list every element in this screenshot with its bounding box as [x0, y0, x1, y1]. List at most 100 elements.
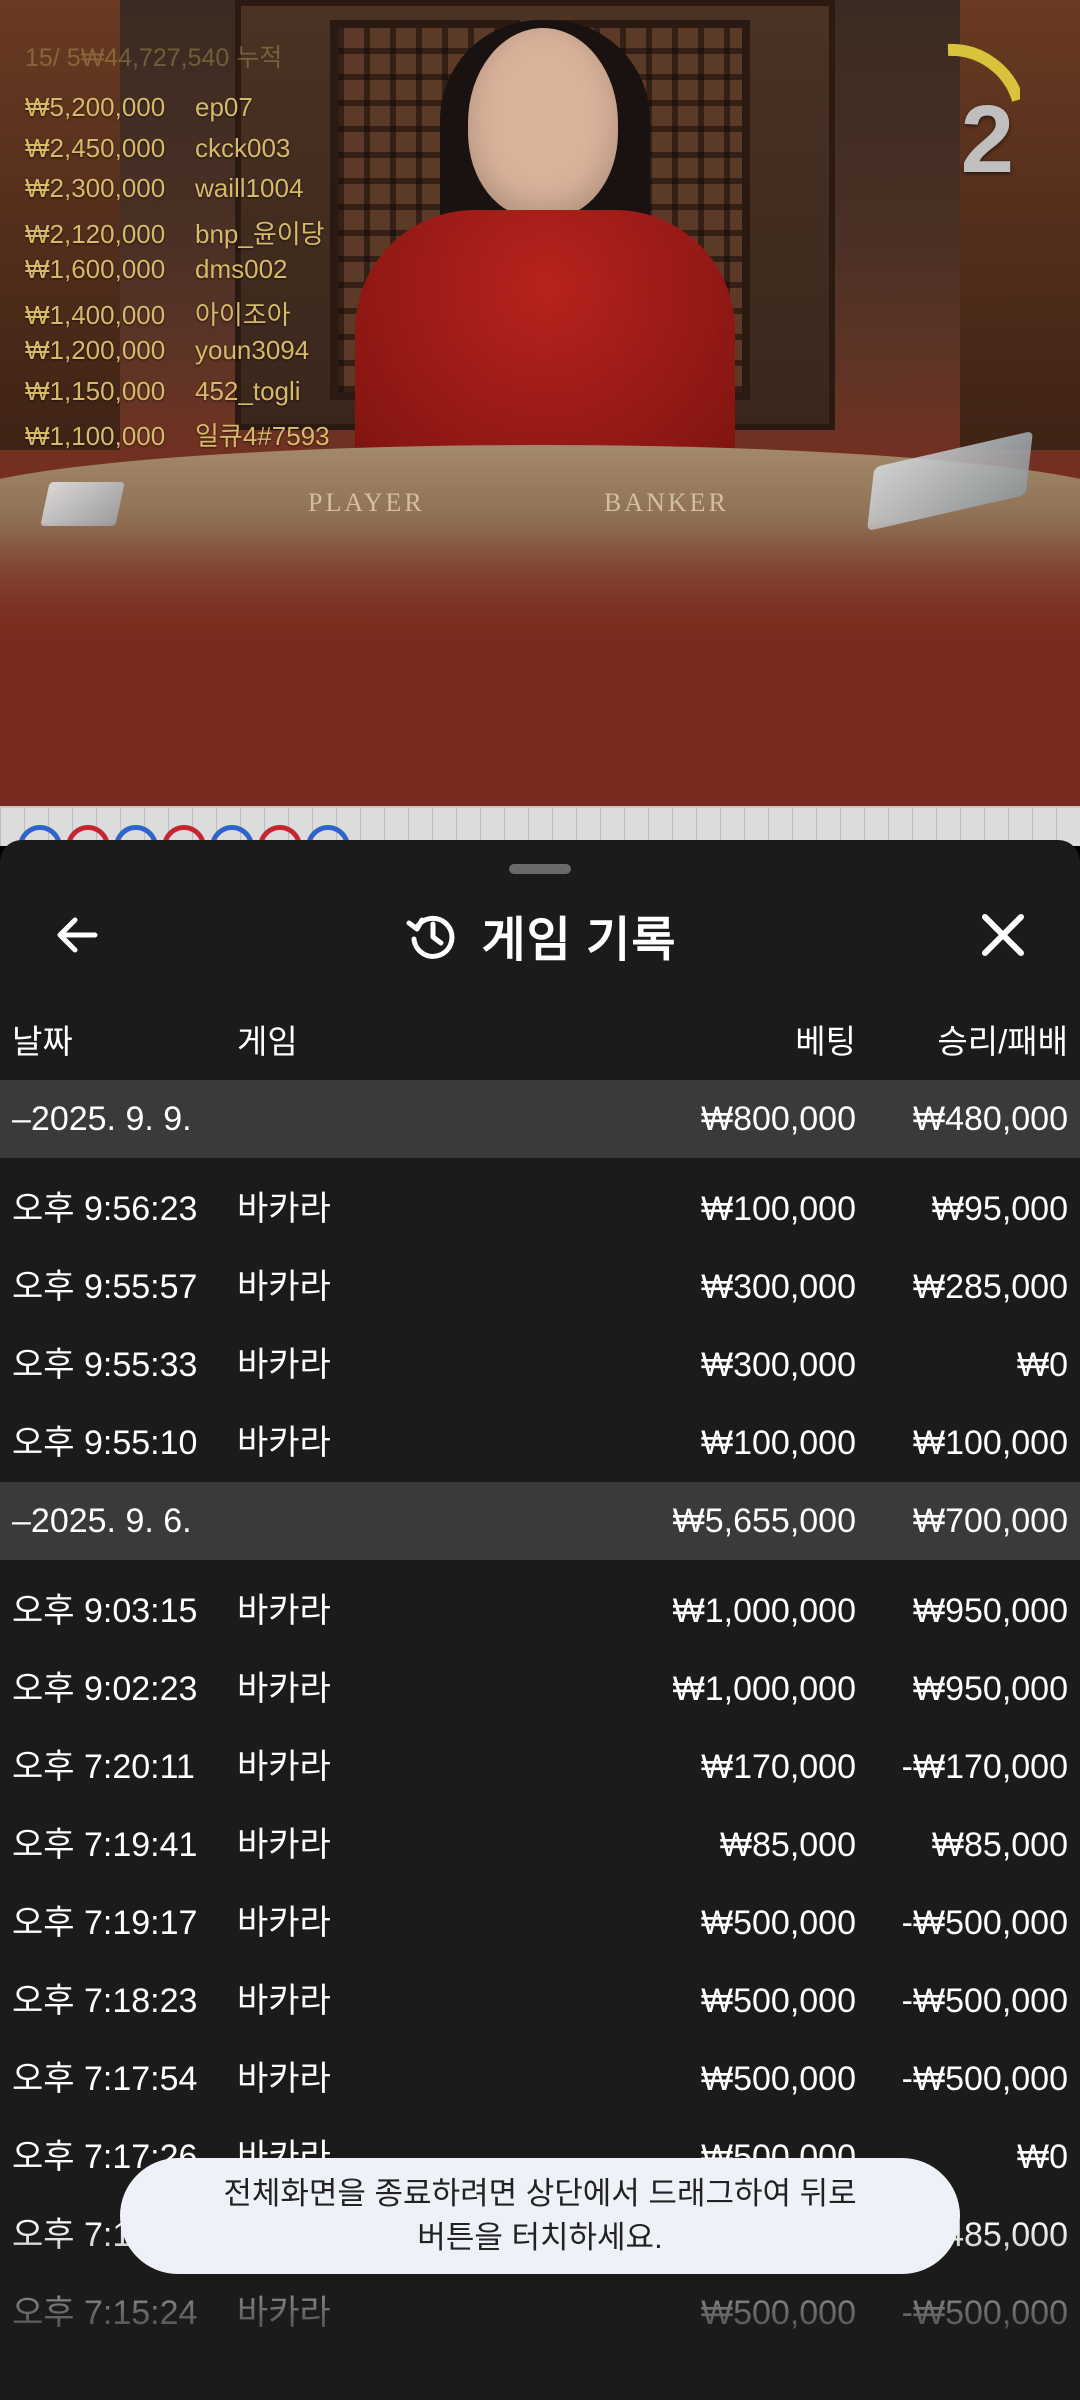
row-bet: ₩85,000 [719, 1826, 856, 1864]
row-result: ₩0 [1017, 1346, 1068, 1384]
leaderboard-amount: ₩1,100,000 [25, 421, 166, 451]
row-result: -₩500,000 [901, 2060, 1068, 2098]
sheet-drag-handle[interactable] [509, 864, 571, 874]
history-icon [406, 915, 454, 959]
arrow-left-icon [57, 917, 98, 953]
leaderboard-amount: ₩1,400,000 [25, 299, 166, 330]
countdown-value: 2 [960, 86, 1014, 193]
row-game: 바카라 [237, 1592, 331, 1630]
row-game: 바카라 [237, 1190, 331, 1228]
leaderboard-entry: ₩1,150,000 452_togli [25, 376, 301, 407]
history-row[interactable]: 오후 9:03:15 바카라 ₩1,000,000 ₩950,000 [0, 1572, 1080, 1650]
video-shade [0, 520, 1080, 806]
history-row[interactable]: 오후 7:15:24 바카라 ₩500,000 -₩500,000 [0, 2274, 1080, 2352]
back-button[interactable] [42, 900, 112, 970]
history-row[interactable]: 오후 7:19:41 바카라 ₩85,000 ₩85,000 [0, 1806, 1080, 1884]
history-row[interactable]: 오후 7:19:17 바카라 ₩500,000 -₩500,000 [0, 1884, 1080, 1962]
row-result: ₩950,000 [913, 1592, 1068, 1630]
leaderboard-user: 일큐4#7593 [195, 421, 330, 451]
row-game: 바카라 [237, 1982, 331, 2020]
row-result: ₩0 [1017, 2138, 1068, 2176]
leaderboard-entry: ₩2,120,000 bnp_윤이당 [25, 214, 325, 251]
leaderboard-header: 15/ 5₩44,727,540 누적 [25, 44, 283, 72]
close-icon [982, 914, 1024, 956]
leaderboard-user: ep07 [195, 92, 253, 122]
leaderboard-amount: ₩5,200,000 [25, 92, 166, 122]
date-group-row[interactable]: –2025. 9. 6. ₩5,655,000 ₩700,000 [0, 1482, 1080, 1560]
countdown-timer: 2 [900, 30, 1020, 193]
row-time: 오후 7:19:41 [12, 1826, 198, 1864]
history-row[interactable]: 오후 9:55:57 바카라 ₩300,000 ₩285,000 [0, 1248, 1080, 1326]
leaderboard-entry: ₩1,200,000 youn3094 [25, 335, 309, 366]
row-bet: ₩170,000 [701, 1748, 856, 1786]
row-time: 오후 9:55:57 [12, 1268, 198, 1306]
row-game: 바카라 [237, 1826, 331, 1864]
column-header-date: 날짜 [12, 1023, 73, 1060]
column-header-bet: 베팅 [795, 1023, 856, 1060]
group-result-total: ₩700,000 [913, 1502, 1068, 1540]
row-bet: ₩500,000 [701, 2060, 856, 2098]
history-row[interactable]: 오후 9:02:23 바카라 ₩1,000,000 ₩950,000 [0, 1650, 1080, 1728]
leaderboard-user: 아이조아 [195, 299, 291, 330]
date-group-row[interactable]: –2025. 9. 9. ₩800,000 ₩480,000 [0, 1080, 1080, 1158]
row-bet: ₩500,000 [701, 1904, 856, 1942]
row-result: ₩285,000 [913, 1268, 1068, 1306]
group-date: –2025. 9. 6. [12, 1502, 192, 1540]
column-headers: 날짜 게임 베팅 승리/패배 [0, 1015, 1080, 1075]
row-time: 오후 7:19:17 [12, 1904, 198, 1942]
leaderboard-user: youn3094 [195, 335, 310, 365]
leaderboard-user: dms002 [195, 254, 288, 284]
row-bet: ₩300,000 [701, 1346, 856, 1384]
row-result: ₩950,000 [913, 1670, 1068, 1708]
leaderboard-user: ckck003 [195, 132, 291, 163]
row-game: 바카라 [237, 1904, 331, 1942]
leaderboard-user: 452_togli [195, 375, 301, 406]
sheet-title: 게임 기록 [481, 914, 677, 967]
group-bet-total: ₩800,000 [701, 1100, 856, 1138]
row-time: 오후 9:56:23 [12, 1190, 198, 1228]
group-result-total: ₩480,000 [913, 1100, 1068, 1138]
history-row[interactable]: 오후 9:55:10 바카라 ₩100,000 ₩100,000 [0, 1404, 1080, 1482]
history-row[interactable]: 오후 7:17:54 바카라 ₩500,000 -₩500,000 [0, 2040, 1080, 2118]
row-time: 오후 7:17:54 [12, 2060, 198, 2098]
leaderboard-user: bnp_윤이당 [195, 218, 325, 249]
leaderboard-entry: ₩2,450,000 ckck003 [25, 133, 290, 164]
dealer-face [468, 28, 618, 218]
row-result: -₩500,000 [901, 2294, 1068, 2332]
leaderboard-user: waill1004 [195, 173, 304, 203]
row-game: 바카라 [237, 1670, 331, 1708]
row-time: 오후 7:15:24 [12, 2294, 198, 2332]
group-bet-total: ₩5,655,000 [672, 1502, 856, 1540]
row-game: 바카라 [237, 1424, 331, 1462]
row-time: 오후 9:55:10 [12, 1424, 198, 1462]
close-button[interactable] [968, 900, 1038, 970]
leaderboard-amount: ₩1,600,000 [25, 254, 166, 284]
row-time: 오후 7:18:23 [12, 1982, 198, 2020]
history-row[interactable]: 오후 7:20:11 바카라 ₩170,000 -₩170,000 [0, 1728, 1080, 1806]
history-row[interactable]: 오후 9:56:23 바카라 ₩100,000 ₩95,000 [0, 1170, 1080, 1248]
row-bet: ₩100,000 [701, 1190, 856, 1228]
row-result: -₩500,000 [901, 1982, 1068, 2020]
sheet-header: 게임 기록 [0, 900, 1080, 970]
row-result: ₩95,000 [931, 1190, 1068, 1228]
banker-label: BANKER [604, 488, 729, 517]
row-result: -₩500,000 [901, 1904, 1068, 1942]
row-game: 바카라 [237, 2294, 331, 2332]
row-time: 오후 9:03:15 [12, 1592, 198, 1630]
leaderboard-entry: ₩5,200,000 ep07 [25, 92, 253, 123]
row-time: 오후 9:02:23 [12, 1670, 198, 1708]
toast-message: 전체화면을 종료하려면 상단에서 드래그하여 뒤로 버튼을 터치하세요. [223, 2176, 857, 2255]
row-bet: ₩100,000 [701, 1424, 856, 1462]
history-row[interactable]: 오후 9:55:33 바카라 ₩300,000 ₩0 [0, 1326, 1080, 1404]
row-result: -₩170,000 [901, 1748, 1068, 1786]
history-row[interactable]: 오후 7:18:23 바카라 ₩500,000 -₩500,000 [0, 1962, 1080, 2040]
row-game: 바카라 [237, 1346, 331, 1384]
row-bet: ₩500,000 [701, 2294, 856, 2332]
leaderboard-amount: ₩2,300,000 [25, 173, 166, 203]
row-bet: ₩300,000 [701, 1268, 856, 1306]
row-bet: ₩1,000,000 [672, 1670, 856, 1708]
live-dealer-video: PLAYER BANKER 15/ 5₩44,727,540 누적 ₩5,200… [0, 0, 1080, 806]
row-time: 오후 9:55:33 [12, 1346, 198, 1384]
